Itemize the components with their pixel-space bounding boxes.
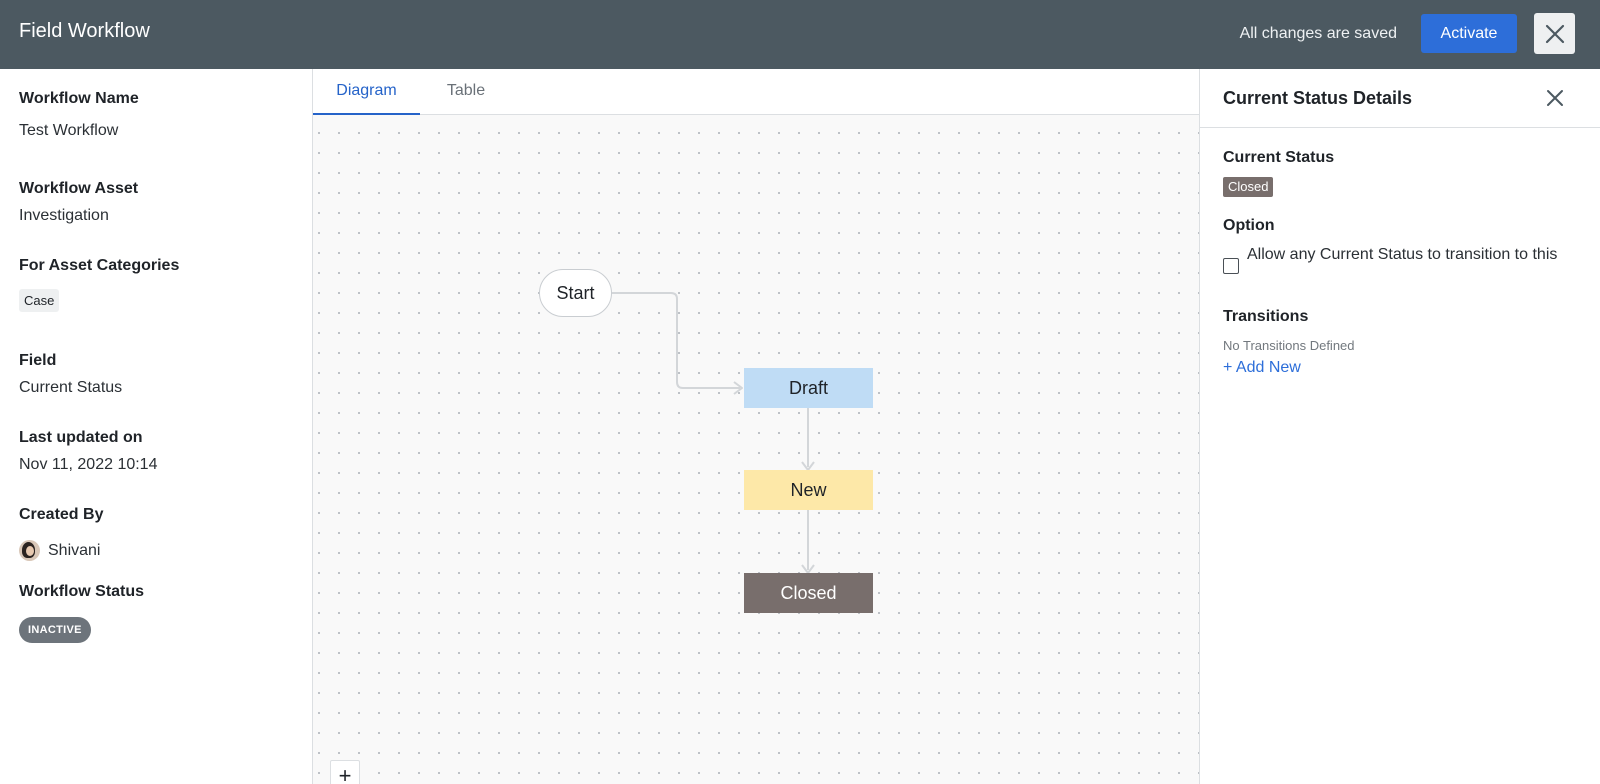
field-value: Current Status — [19, 379, 123, 396]
close-icon — [1547, 90, 1563, 106]
creator-name: Shivani — [48, 541, 101, 559]
status-details-panel: Current Status Details Current Status Cl… — [1199, 69, 1600, 784]
panel-title: Current Status Details — [1223, 88, 1413, 108]
field-label: Field — [19, 352, 57, 369]
workflow-asset-label: Workflow Asset — [19, 180, 139, 197]
status-badge: INACTIVE — [19, 617, 91, 643]
node-new[interactable]: New — [744, 470, 873, 510]
workflow-info-panel: Workflow Name Test Workflow Workflow Ass… — [0, 69, 313, 784]
view-tabs: Diagram Table — [313, 69, 1199, 115]
creator: Shivani — [19, 540, 100, 561]
save-status: All changes are saved — [1239, 25, 1397, 42]
allow-any-transition-label[interactable]: Allow any Current Status to transition t… — [1247, 243, 1567, 266]
edges-layer — [612, 292, 815, 574]
panel-header: Current Status Details — [1200, 69, 1600, 128]
allow-any-transition-checkbox[interactable] — [1223, 258, 1239, 274]
diagram-area: Diagram Table Start Draft New Closed + − — [313, 69, 1199, 784]
workflow-status-label: Workflow Status — [19, 583, 145, 600]
close-icon — [1545, 24, 1564, 43]
zoom-controls: + − — [330, 760, 360, 784]
zoom-in-button[interactable]: + — [331, 761, 359, 784]
created-by-label: Created By — [19, 506, 104, 523]
workflow-name-value: Test Workflow — [19, 122, 119, 139]
avatar — [19, 540, 40, 561]
node-start[interactable]: Start — [539, 269, 612, 317]
add-transition-link[interactable]: + Add New — [1223, 359, 1301, 377]
top-bar: Field Workflow All changes are saved Act… — [0, 0, 1600, 69]
last-updated-label: Last updated on — [19, 429, 143, 446]
node-closed[interactable]: Closed — [744, 573, 873, 613]
workflow-asset-value: Investigation — [19, 207, 109, 224]
tab-table[interactable]: Table — [444, 69, 488, 115]
node-draft[interactable]: Draft — [744, 368, 873, 408]
workflow-canvas[interactable]: Start Draft New Closed + − — [313, 115, 1199, 784]
workflow-name-label: Workflow Name — [19, 90, 139, 107]
asset-categories-label: For Asset Categories — [19, 257, 180, 274]
tab-diagram[interactable]: Diagram — [313, 69, 420, 115]
asset-category-chip: Case — [19, 289, 60, 312]
current-status-badge: Closed — [1223, 177, 1274, 197]
current-status-label: Current Status — [1223, 149, 1335, 166]
close-button[interactable] — [1534, 13, 1575, 54]
transitions-label: Transitions — [1223, 308, 1309, 325]
panel-close-button[interactable] — [1542, 85, 1568, 111]
activate-button[interactable]: Activate — [1421, 14, 1517, 53]
option-label: Option — [1223, 217, 1275, 234]
edge-start-draft — [612, 292, 740, 389]
transitions-empty-text: No Transitions Defined — [1223, 338, 1355, 353]
page-title: Field Workflow — [19, 20, 150, 42]
last-updated-value: Nov 11, 2022 10:14 — [19, 456, 158, 473]
